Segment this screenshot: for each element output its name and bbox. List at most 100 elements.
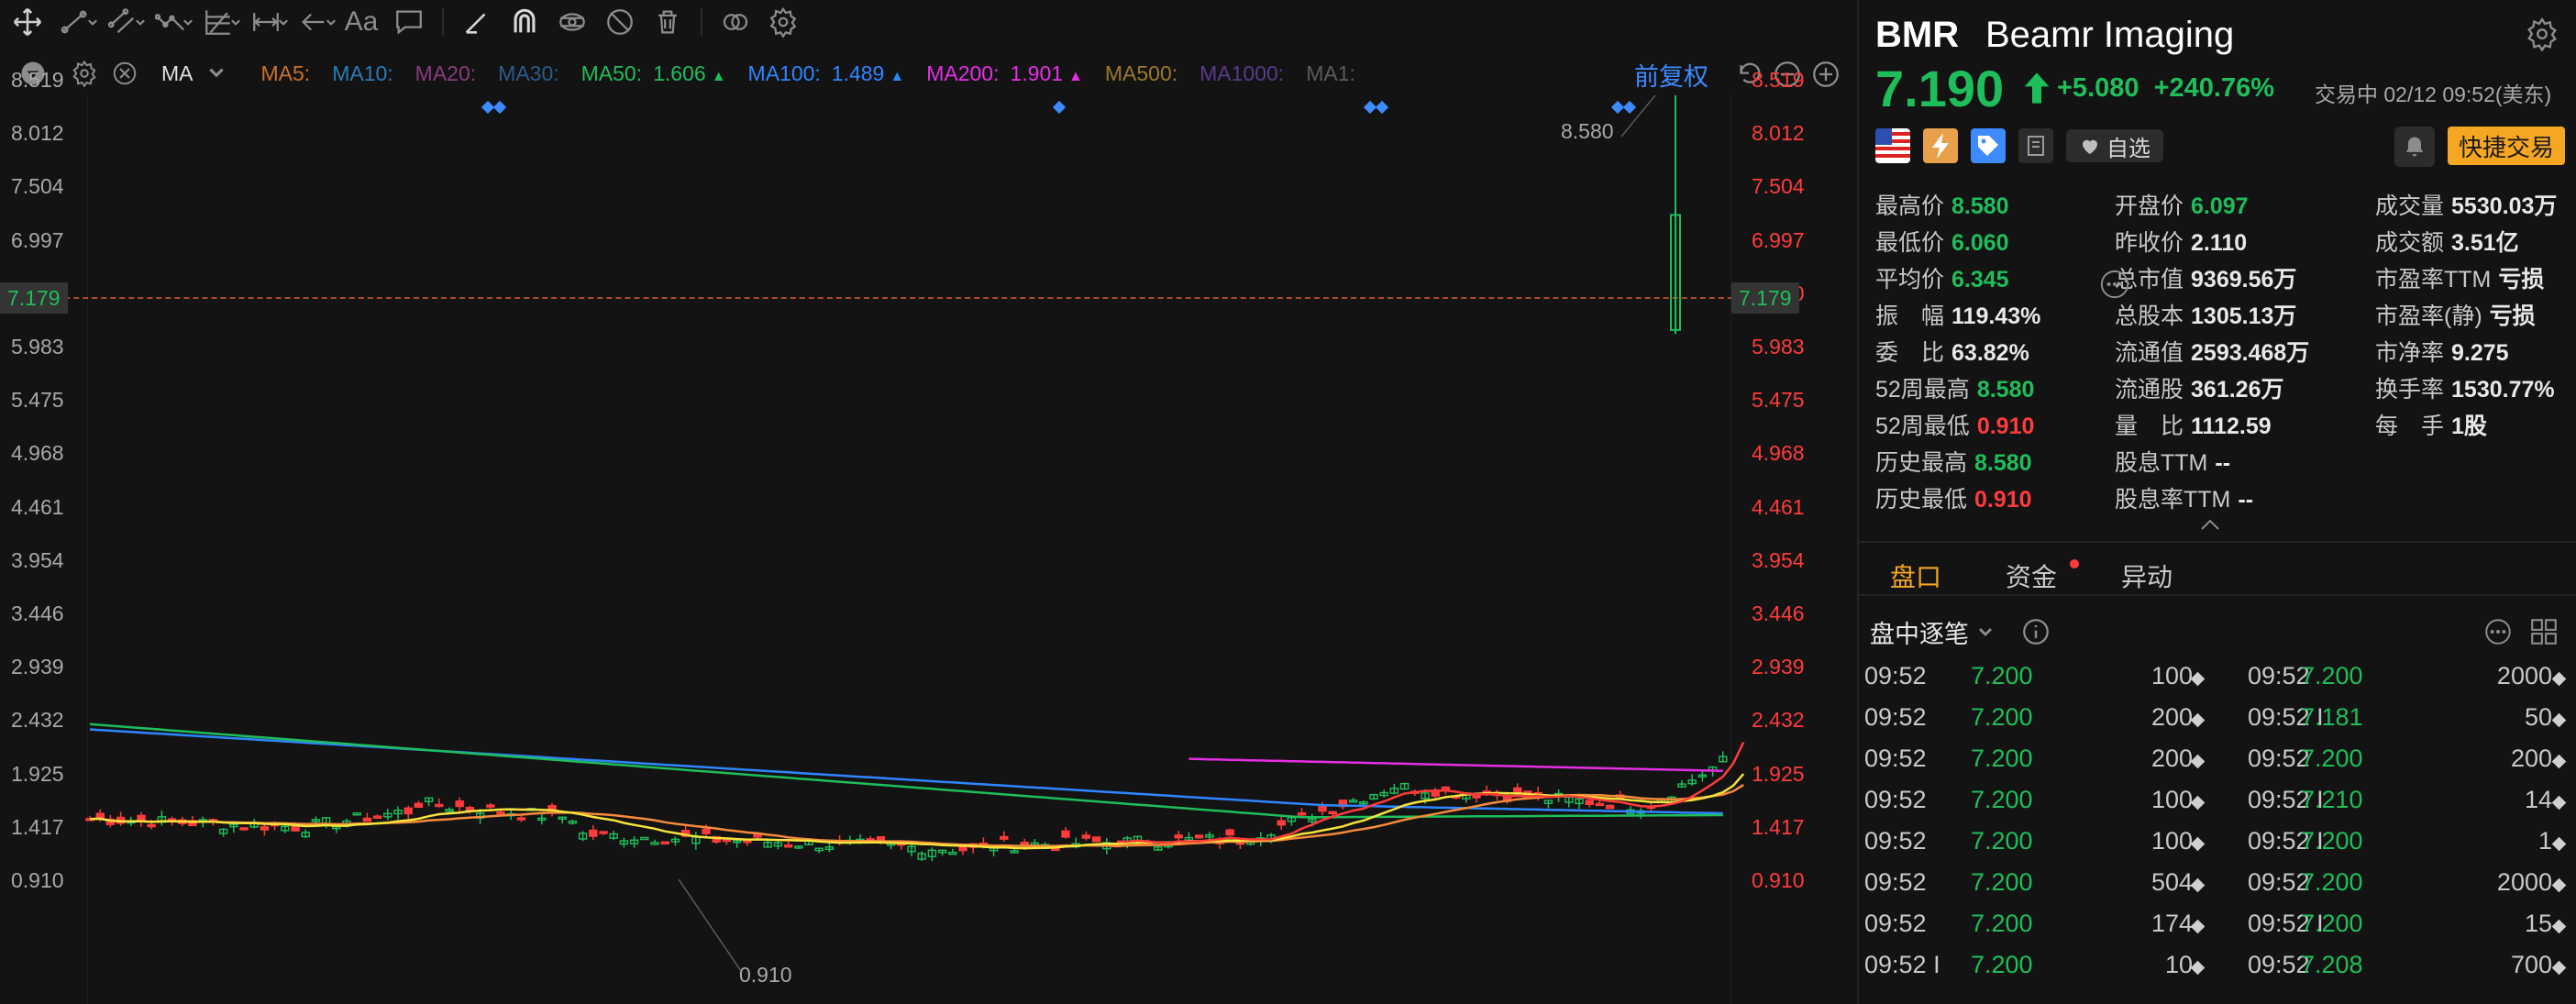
trash-tool-icon[interactable] — [644, 0, 691, 44]
ma-legend-item[interactable]: MA100: 1.489 ▲ — [748, 61, 905, 86]
pencil-tool-icon[interactable] — [453, 0, 501, 44]
more-options-icon[interactable] — [2482, 616, 2514, 647]
stat-value: 8.580 — [1976, 377, 2035, 403]
stat-cell: 昨收价 2.110 — [2115, 225, 2247, 258]
ma-legend-item[interactable]: MA5: — [261, 61, 311, 86]
tick-direction-icon — [2190, 795, 2206, 811]
ma-legend-arrow: ▲ — [711, 68, 726, 84]
chevron-down-icon — [208, 68, 224, 78]
eye-off-tool-icon[interactable] — [596, 0, 644, 44]
heart-icon — [2083, 139, 2097, 154]
drawing-toolbar: Aa — [0, 0, 1857, 44]
tab-movements[interactable]: 异动 — [2121, 557, 2172, 594]
compare-tool-icon[interactable] — [712, 0, 759, 44]
panel-settings-gear-icon[interactable] — [2525, 17, 2559, 52]
tick-time: 09:52 — [1864, 910, 1927, 937]
price-adjust-button[interactable]: 前复权 — [1634, 57, 1708, 93]
ma-legend-label: MA30: — [498, 61, 559, 85]
watchlist-button[interactable]: 自选 — [2066, 129, 2163, 162]
stat-cell: 市盈率(静) 亏损 — [2375, 298, 2536, 331]
ma-indicator-bar: MA MA5: MA10: MA20: MA30: MA50: 1.606 ▲ MA100: 1… — [0, 51, 1857, 95]
comment-tool-icon[interactable] — [385, 0, 433, 44]
note-badge-icon[interactable] — [2018, 128, 2053, 163]
trendline-tool-icon[interactable] — [51, 0, 99, 44]
ma-legend-item[interactable]: MA30: — [498, 61, 558, 86]
stat-value: 1305.13万 — [2191, 303, 2297, 329]
stat-label: 开盘价 — [2115, 193, 2184, 219]
toolbar-divider — [701, 8, 702, 36]
candle-body — [137, 814, 146, 822]
arrow-tool-icon[interactable] — [290, 0, 337, 44]
tick-direction-icon — [2551, 671, 2567, 687]
tab-orderbook[interactable]: 盘口 — [1890, 557, 1941, 594]
stat-cell: 总股本 1305.13万 — [2115, 298, 2296, 331]
candle-body — [1318, 806, 1327, 812]
stat-cell: 最高价 8.580 — [1875, 188, 2009, 221]
ma-legend-item[interactable]: MA10: — [332, 61, 392, 86]
stat-cell: 最低价 6.060 — [1875, 225, 2009, 258]
stats-row: 历史最低 0.910 股息率TTM -- — [1875, 481, 2572, 513]
indicator-settings-gear-icon[interactable] — [66, 55, 103, 92]
stat-cell: 委 比 63.82% — [1875, 335, 2029, 368]
indicator-select[interactable]: MA — [161, 61, 227, 86]
ma-legend-item[interactable]: MA1000: — [1200, 61, 1284, 86]
stat-value: 119.43% — [1951, 303, 2041, 329]
stat-value: 8.580 — [1951, 193, 2009, 219]
magnet-tool-icon[interactable] — [501, 0, 548, 44]
tick-volume: 50 — [2524, 703, 2552, 731]
candle-body — [414, 802, 424, 809]
indicator-close-icon[interactable] — [106, 55, 143, 92]
ma-legend-item[interactable]: MA1: — [1306, 61, 1355, 86]
candle-body — [1595, 802, 1605, 807]
ma-legend-item[interactable]: MA200: 1.901 ▲ — [926, 61, 1083, 86]
candle-body — [516, 817, 526, 821]
tick-volume: 15 — [2524, 910, 2552, 937]
company-name: Beamr Imaging — [1985, 15, 2235, 55]
ticks-section-header[interactable]: 盘中逐笔 — [1870, 614, 1995, 650]
fib-tool-icon[interactable] — [194, 0, 242, 44]
polyline-tool-icon[interactable] — [147, 0, 194, 44]
stat-cell: 总市值 9369.56万 — [2115, 261, 2296, 294]
candle-body — [1061, 830, 1070, 838]
tag-badge-icon[interactable] — [1971, 128, 2006, 163]
ma-legend-label: MA20: — [415, 61, 477, 85]
channel-tool-icon[interactable] — [99, 0, 147, 44]
candle-body — [1605, 804, 1615, 810]
zoom-in-icon[interactable] — [1810, 59, 1841, 90]
chart-settings-gear-icon[interactable] — [759, 0, 807, 44]
layout-grid-icon[interactable] — [2528, 616, 2559, 647]
chart-pane: Aa MA MA5: MA10: MA20: MA30: MA50: 1.606… — [0, 0, 1857, 1004]
ma-legend-item[interactable]: MA500: — [1105, 61, 1177, 86]
tick-time: 09:52 — [1864, 827, 1927, 855]
hide-drawings-tool-icon[interactable] — [548, 0, 596, 44]
move-tool-icon[interactable] — [4, 0, 51, 44]
ma-legend-item[interactable]: MA20: — [415, 61, 476, 86]
more-stats-icon[interactable] — [2099, 269, 2130, 300]
tick-direction-icon — [2190, 877, 2206, 893]
stat-label: 换手率 — [2375, 377, 2445, 403]
collapse-stats-chevron-icon[interactable] — [2200, 518, 2220, 531]
tick-volume: 14 — [2524, 786, 2552, 813]
ma-legend-item[interactable]: MA50: 1.606 ▲ — [581, 61, 726, 86]
stat-label: 市净率 — [2375, 340, 2445, 366]
measure-tool-icon[interactable] — [242, 0, 290, 44]
tick-row: 09:52 7.200 200 09:52 7.200 200 — [1859, 745, 2576, 781]
ma200-line — [1188, 757, 1723, 773]
tick-direction-icon — [2190, 754, 2206, 769]
candle-body — [455, 800, 464, 808]
lightning-badge-icon[interactable] — [1923, 128, 1958, 163]
stat-label: 成交量 — [2375, 193, 2445, 219]
text-tool-icon[interactable]: Aa — [337, 0, 385, 44]
alert-bell-button[interactable] — [2394, 127, 2435, 167]
stat-label: 成交额 — [2375, 230, 2445, 256]
quick-trade-button[interactable]: 快捷交易 — [2448, 127, 2566, 165]
stat-value: 8.580 — [1974, 450, 2032, 476]
info-icon[interactable] — [2020, 616, 2051, 647]
stat-label: 历史最高 — [1875, 450, 1968, 476]
candle-body — [486, 804, 495, 808]
candle-body — [1472, 795, 1481, 799]
candlestick-plot[interactable]: 8.519 8.519 8.012 8.012 7.504 7.504 6.997 6.997… — [0, 68, 1857, 1004]
stat-label: 市盈率TTM — [2375, 267, 2492, 292]
tick-row: 09:52 7.200 100 09:52 I 7.210 14 — [1859, 786, 2576, 822]
tab-capital[interactable]: 资金 — [2006, 557, 2057, 594]
